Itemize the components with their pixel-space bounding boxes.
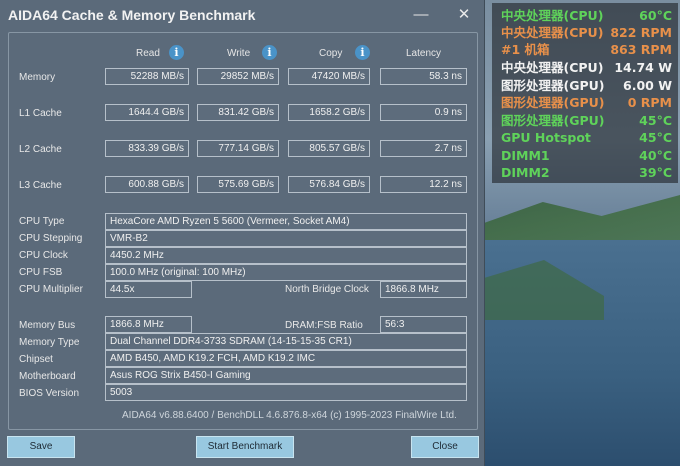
info-icon-write[interactable]: i [262,45,277,60]
column-header-copy: Copy [319,48,343,59]
column-header-write: Write [227,48,251,59]
memory-bus-value: 1866.8 MHz [105,316,192,333]
memory-read-value: 52288 MB/s [105,68,189,85]
nb-clock-value: 1866.8 MHz [380,281,467,298]
save-button[interactable]: Save [7,436,75,458]
memory-type-label: Memory Type [19,337,80,348]
cpu-fsb-label: CPU FSB [19,267,63,278]
cpu-stepping-value: VMR-B2 [105,230,467,247]
chipset-label: Chipset [19,354,53,365]
osd-label: 中央处理器(CPU) [501,60,604,75]
osd-label: 中央处理器(CPU) [501,8,604,23]
l3-read-value: 600.88 GB/s [105,176,189,193]
osd-row: 中央处理器(CPU) 14.74 W [501,59,672,77]
motherboard-label: Motherboard [19,371,76,382]
l2-copy-value: 805.57 GB/s [288,140,370,157]
row-label-l1: L1 Cache [19,108,62,119]
memory-write-value: 29852 MB/s [197,68,279,85]
cpu-stepping-label: CPU Stepping [19,233,83,244]
osd-label: GPU Hotspot [501,130,591,145]
nb-clock-label: North Bridge Clock [285,284,369,295]
osd-label: 图形处理器(GPU) [501,78,605,93]
info-icon-copy[interactable]: i [355,45,370,60]
l1-copy-value: 1658.2 GB/s [288,104,370,121]
osd-label: DIMM2 [501,165,550,180]
bios-value: 5003 [105,384,467,401]
window-title: AIDA64 Cache & Memory Benchmark [8,7,256,23]
cpu-type-value: HexaCore AMD Ryzen 5 5600 (Vermeer, Sock… [105,213,467,230]
benchmark-window: AIDA64 Cache & Memory Benchmark — ✕ Read… [0,0,485,466]
l2-latency-value: 2.7 ns [380,140,467,157]
l3-write-value: 575.69 GB/s [197,176,279,193]
l2-write-value: 777.14 GB/s [197,140,279,157]
osd-value: 45°C [639,113,672,128]
dram-ratio-value: 56:3 [380,316,467,333]
osd-value: 822 RPM [610,25,672,40]
l1-latency-value: 0.9 ns [380,104,467,121]
row-label-memory: Memory [19,72,56,83]
motherboard-value: Asus ROG Strix B450-I Gaming [105,367,467,384]
column-header-read: Read [136,48,160,59]
osd-label: DIMM1 [501,148,550,163]
cpu-fsb-value: 100.0 MHz (original: 100 MHz) [105,264,467,281]
bios-label: BIOS Version [19,388,80,399]
column-header-latency: Latency [406,48,442,59]
memory-latency-value: 58.3 ns [380,68,467,85]
osd-value: 6.00 W [623,78,672,93]
l1-write-value: 831.42 GB/s [197,104,279,121]
start-benchmark-button[interactable]: Start Benchmark [196,436,294,458]
osd-row: 中央处理器(CPU) 822 RPM [501,24,672,42]
minimize-button[interactable]: — [407,4,435,26]
osd-row: DIMM1 40°C [501,147,672,165]
osd-value: 40°C [639,148,672,163]
osd-value: 14.74 W [614,60,672,75]
osd-row: 图形处理器(GPU) 0 RPM [501,94,672,112]
osd-label: 图形处理器(GPU) [501,95,605,110]
osd-row: GPU Hotspot 45°C [501,129,672,147]
osd-row: DIMM2 39°C [501,164,672,182]
row-label-l2: L2 Cache [19,144,62,155]
osd-value: 863 RPM [610,42,672,57]
l3-copy-value: 576.84 GB/s [288,176,370,193]
l3-latency-value: 12.2 ns [380,176,467,193]
osd-row: 图形处理器(GPU) 6.00 W [501,77,672,95]
osd-row: 中央处理器(CPU) 60°C [501,7,672,25]
chipset-value: AMD B450, AMD K19.2 FCH, AMD K19.2 IMC [105,350,467,367]
osd-row: 图形处理器(GPU) 45°C [501,112,672,130]
memory-type-value: Dual Channel DDR4-3733 SDRAM (14-15-15-3… [105,333,467,350]
osd-label: 中央处理器(CPU) [501,25,604,40]
l2-read-value: 833.39 GB/s [105,140,189,157]
dram-ratio-label: DRAM:FSB Ratio [285,320,363,331]
osd-value: 0 RPM [627,95,672,110]
info-icon-read[interactable]: i [169,45,184,60]
cpu-clock-value: 4450.2 MHz [105,247,467,264]
osd-value: 45°C [639,130,672,145]
l1-read-value: 1644.4 GB/s [105,104,189,121]
version-footer: AIDA64 v6.88.6400 / BenchDLL 4.6.876.8-x… [122,410,457,421]
osd-label: #1 机箱 [501,42,550,57]
cpu-type-label: CPU Type [19,216,65,227]
sensor-osd: 中央处理器(CPU) 60°C 中央处理器(CPU) 822 RPM #1 机箱… [492,3,678,183]
osd-label: 图形处理器(GPU) [501,113,605,128]
close-window-button[interactable]: ✕ [450,4,478,26]
cpu-multiplier-value: 44.5x [105,281,192,298]
memory-bus-label: Memory Bus [19,320,76,331]
close-button[interactable]: Close [411,436,479,458]
osd-value: 39°C [639,165,672,180]
memory-copy-value: 47420 MB/s [288,68,370,85]
row-label-l3: L3 Cache [19,180,62,191]
osd-row: #1 机箱 863 RPM [501,41,672,59]
title-bar: AIDA64 Cache & Memory Benchmark — ✕ [0,0,484,32]
cpu-clock-label: CPU Clock [19,250,68,261]
cpu-multiplier-label: CPU Multiplier [19,284,83,295]
osd-value: 60°C [639,8,672,23]
